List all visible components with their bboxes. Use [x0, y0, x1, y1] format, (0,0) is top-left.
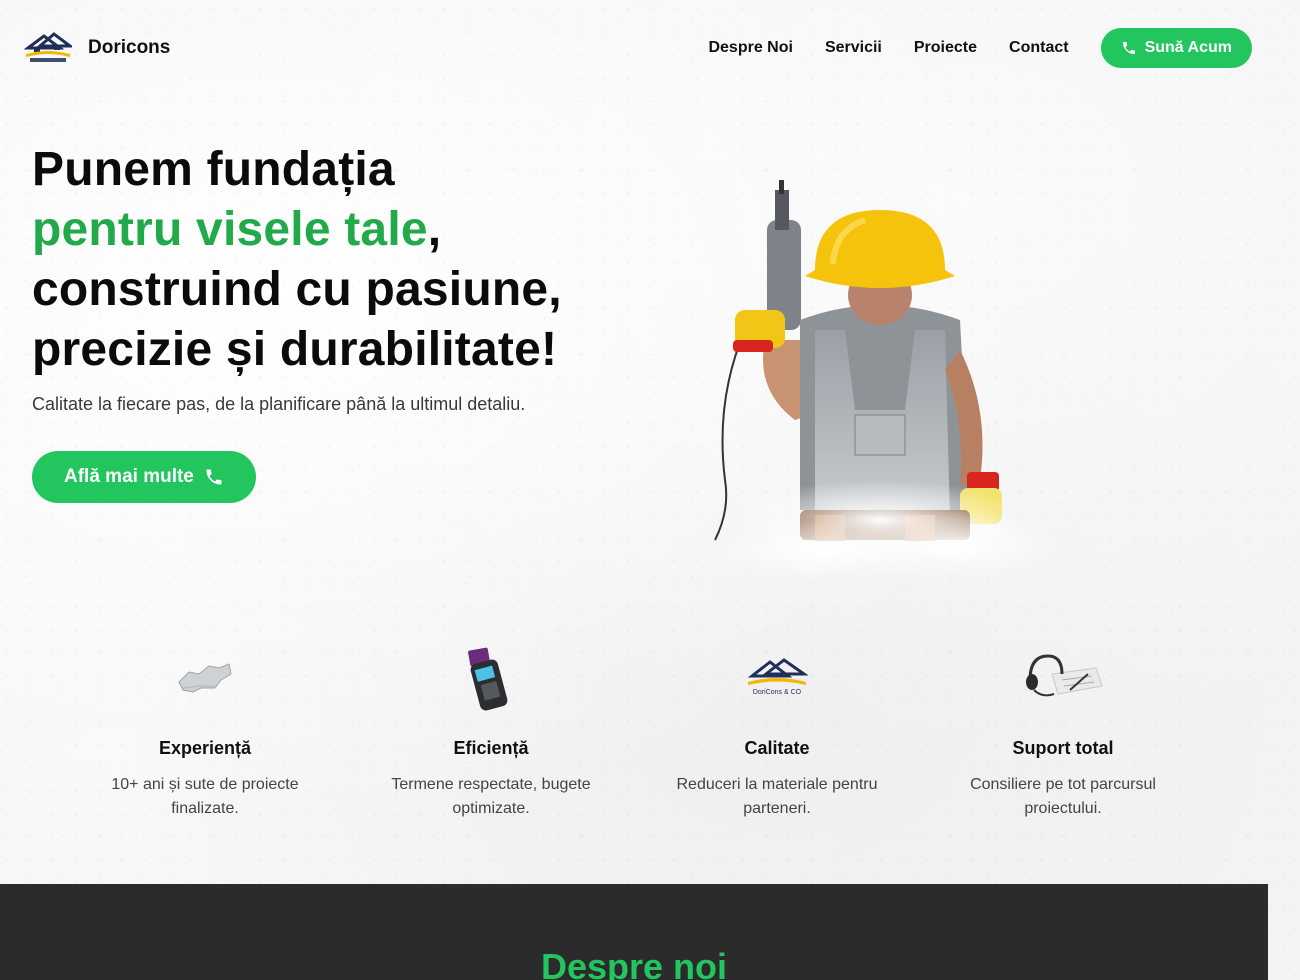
feature-text: Termene respectate, bugete optimizate. — [391, 776, 591, 817]
nav-servicii[interactable]: Servicii — [825, 39, 882, 57]
logo[interactable]: Doricons — [24, 28, 170, 68]
logo-house-icon: DoriCons & CO — [747, 658, 808, 696]
feature-title: Calitate — [744, 738, 810, 758]
card-terminal-icon — [468, 647, 508, 711]
learn-more-button[interactable]: Află mai multe — [32, 451, 256, 503]
call-now-label: Sună Acum — [1144, 39, 1232, 56]
about-title: Despre noi — [540, 946, 728, 980]
feature-title: Experiență — [158, 738, 252, 758]
nav-proiecte[interactable]: Proiecte — [914, 39, 977, 57]
brand-name: Doricons — [88, 37, 171, 58]
hero-subtitle: Calitate la fiecare pas, de la planifica… — [32, 394, 526, 414]
feature-card: Suport total Consiliere pe tot parcursul… — [920, 640, 1206, 821]
hero-title: Punem fundația pentru visele tale, const… — [32, 140, 672, 380]
learn-more-label: Află mai multe — [64, 466, 194, 487]
hero-title-comma: , — [427, 203, 442, 256]
hero-title-line1: Punem fundația — [32, 143, 395, 196]
house-logo-icon — [24, 32, 72, 62]
feature-card: DoriCons & CO Calitate Reduceri la mater… — [634, 640, 920, 821]
construction-worker-image — [714, 180, 1055, 580]
feature-card: Eficiență Termene respectate, bugete opt… — [348, 640, 634, 821]
site-header: Doricons Despre Noi Servicii Proiecte Co… — [0, 0, 1300, 96]
hero-title-highlight: pentru visele tale — [32, 203, 428, 256]
feature-card: Experiență 10+ ani și sute de proiecte f… — [62, 640, 348, 821]
feature-text: Reduceri la materiale pentru parteneri. — [676, 776, 878, 817]
landing-page: Doricons Despre Noi Servicii Proiecte Co… — [0, 0, 1300, 980]
call-now-button[interactable]: Sună Acum — [1100, 28, 1252, 68]
phone-icon — [1122, 42, 1135, 54]
headset-icon — [1026, 654, 1103, 697]
features-section: Experiență 10+ ani și sute de proiecte f… — [62, 640, 1206, 821]
hero-title-line3: construind cu pasiune, — [32, 263, 562, 316]
feature-text: 10+ ani și sute de proiecte finalizate. — [111, 776, 299, 817]
map-icon — [178, 663, 232, 693]
feature-title: Suport total — [1012, 738, 1114, 758]
hero-title-line4: precizie și durabilitate! — [32, 323, 558, 376]
feature-text: Consiliere pe tot parcursul proiectului. — [970, 776, 1156, 817]
nav-despre-noi[interactable]: Despre Noi — [708, 39, 792, 57]
feature-title: Eficiență — [453, 738, 529, 758]
main-nav: Despre Noi Servicii Proiecte Contact Sun… — [708, 28, 1252, 68]
hero-section: Punem fundația pentru visele tale, const… — [32, 140, 672, 503]
nav-contact[interactable]: Contact — [1009, 39, 1069, 57]
phone-icon — [206, 469, 222, 485]
logo-house-icon-text: DoriCons & CO — [753, 689, 802, 696]
about-section: Despre noi — [0, 884, 1268, 980]
